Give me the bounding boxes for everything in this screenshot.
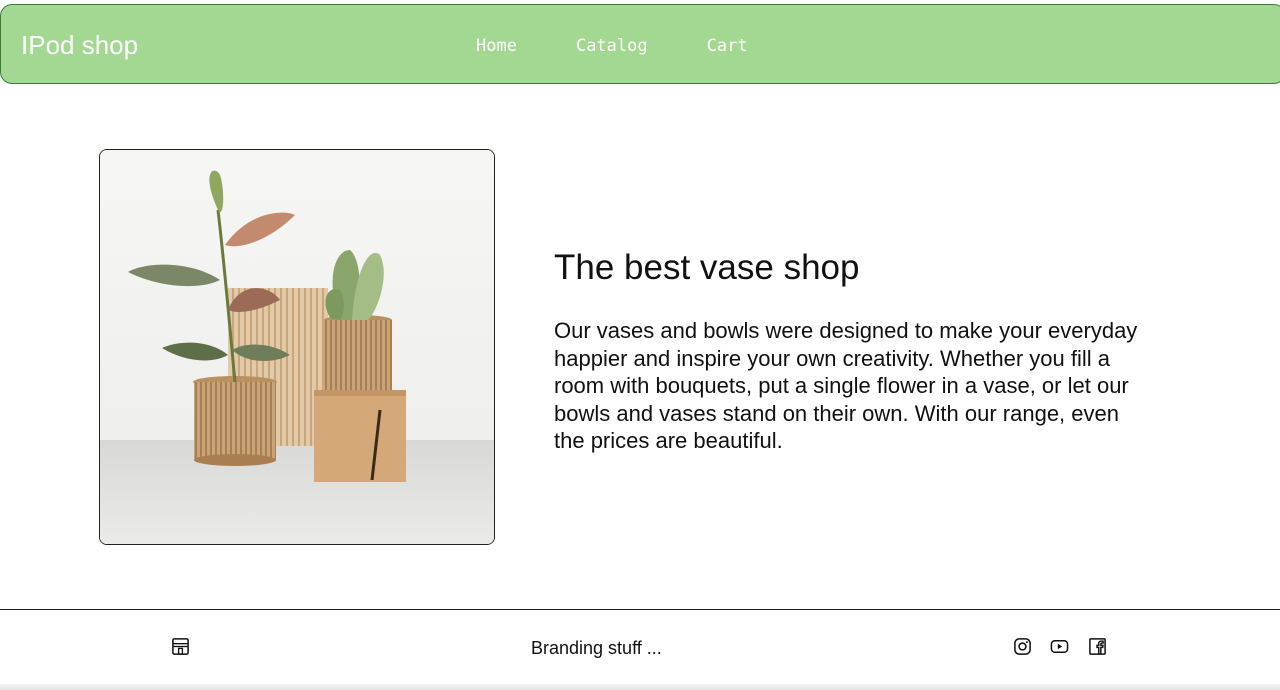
hero-description: Our vases and bowls were designed to mak…: [554, 318, 1138, 454]
footer-branding-text: Branding stuff ...: [531, 638, 662, 658]
main-nav: Home Catalog Cart: [476, 35, 748, 57]
top-nav-bar: IPod shop Home Catalog Cart: [0, 4, 1280, 84]
nav-link-cart[interactable]: Cart: [707, 35, 748, 57]
store-icon: [172, 638, 189, 655]
footer-edge: [0, 684, 1280, 690]
hero-title: The best vase shop: [554, 248, 860, 287]
hero-plants-image: [99, 149, 495, 545]
instagram-icon[interactable]: [1013, 637, 1032, 656]
nav-link-home[interactable]: Home: [476, 35, 517, 57]
nav-link-catalog[interactable]: Catalog: [576, 35, 648, 57]
brand-logo[interactable]: IPod shop: [21, 29, 138, 61]
facebook-icon[interactable]: [1088, 637, 1107, 656]
youtube-icon[interactable]: [1050, 637, 1069, 656]
